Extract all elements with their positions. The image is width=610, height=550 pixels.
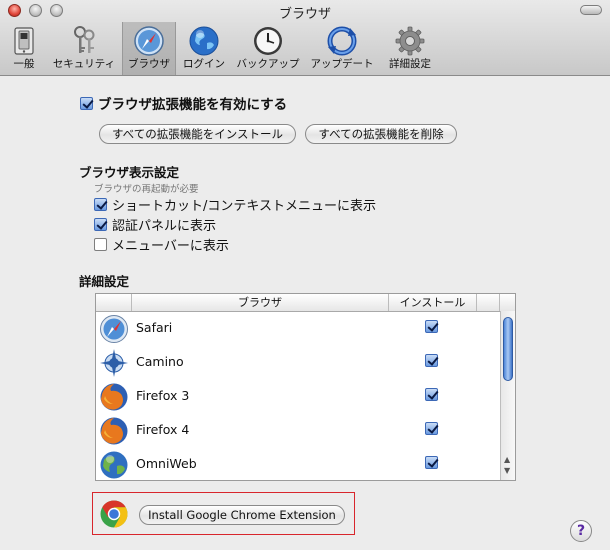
table-scrollbar[interactable]: ▲ ▼ [500, 311, 515, 480]
safari-icon [100, 315, 128, 343]
display-option-menubar[interactable]: メニューバーに表示 [94, 235, 229, 254]
install-chrome-extension-button[interactable]: Install Google Chrome Extension [139, 505, 345, 525]
window-titlebar: ブラウザ 一般 セキュリティ ブラウザ ログイン バックアップ アップデート 詳… [0, 0, 610, 76]
toolbar-label: バックアップ [236, 58, 300, 70]
toolbar-label: ブラウザ [128, 58, 170, 70]
browser-name: Safari [136, 320, 173, 335]
firefox-icon [100, 417, 128, 445]
table-row[interactable]: Firefox 4 [96, 414, 500, 448]
display-option-auth-panel[interactable]: 認証パネルに表示 [94, 215, 217, 234]
toolbar-label: ログイン [183, 58, 225, 70]
restart-required-note: ブラウザの再起動が必要 [94, 184, 199, 195]
install-checkbox[interactable] [425, 320, 438, 333]
safari-compass-icon [134, 26, 164, 56]
keys-icon [74, 26, 95, 53]
camino-icon [100, 349, 128, 377]
display-option-checkbox[interactable] [94, 217, 107, 231]
toolbar-label: アップデート [310, 58, 374, 70]
install-checkbox[interactable] [425, 456, 438, 469]
display-option-checkbox[interactable] [94, 197, 107, 211]
toolbar-item-backup[interactable]: バックアップ [232, 22, 304, 75]
column-header-browser[interactable]: ブラウザ [132, 294, 389, 311]
scroll-up-arrow-icon[interactable]: ▲ [504, 456, 510, 464]
display-settings-heading: ブラウザ表示設定 [79, 165, 180, 180]
table-header: ブラウザ インストール [96, 294, 515, 312]
display-option-shortcut[interactable]: ショートカット/コンテキストメニューに表示 [94, 195, 376, 214]
toolbar-item-general[interactable]: 一般 [4, 22, 44, 75]
toolbar-item-security[interactable]: セキュリティ [48, 22, 120, 75]
firefox-icon [100, 383, 128, 411]
table-row[interactable]: Safari [96, 312, 500, 346]
toolbar-label: 詳細設定 [389, 58, 431, 70]
update-arrows-icon [327, 26, 357, 56]
toolbar-item-browser[interactable]: ブラウザ [122, 22, 176, 75]
column-header-icon [96, 294, 132, 311]
browser-name: OmniWeb [136, 456, 197, 471]
enable-extensions-checkbox[interactable] [80, 96, 93, 110]
scroll-down-arrow-icon[interactable]: ▼ [504, 467, 510, 475]
browser-name: Firefox 4 [136, 422, 190, 437]
clock-icon [254, 27, 282, 55]
toolbar-item-update[interactable]: アップデート [306, 22, 378, 75]
chrome-icon [100, 500, 128, 528]
enable-extensions-row[interactable]: ブラウザ拡張機能を有効にする [80, 94, 288, 113]
browser-name: Firefox 3 [136, 388, 190, 403]
browser-table: ブラウザ インストール Safari Camino Firefox 3 Fire… [95, 293, 516, 481]
display-option-label: 認証パネルに表示 [112, 218, 217, 234]
remove-all-extensions-button[interactable]: すべての拡張機能を削除 [305, 124, 457, 144]
table-row[interactable]: Firefox 3 [96, 380, 500, 414]
scrollbar-thumb[interactable] [503, 317, 513, 381]
window-title: ブラウザ [278, 7, 331, 22]
display-option-checkbox[interactable] [94, 237, 107, 251]
toolbar-item-advanced[interactable]: 詳細設定 [382, 22, 438, 75]
column-header-install[interactable]: インストール [389, 294, 477, 311]
install-checkbox[interactable] [425, 422, 438, 435]
toolbar-item-login[interactable]: ログイン [178, 22, 230, 75]
install-checkbox[interactable] [425, 388, 438, 401]
column-header-spacer [477, 294, 500, 311]
toolbar-label: 一般 [13, 58, 35, 70]
switch-icon [14, 27, 34, 55]
enable-extensions-label: ブラウザ拡張機能を有効にする [98, 97, 288, 113]
display-option-label: メニューバーに表示 [112, 238, 229, 254]
display-option-label: ショートカット/コンテキストメニューに表示 [112, 198, 376, 214]
toolbar-label: セキュリティ [52, 58, 116, 70]
toolbar-toggle-button[interactable] [580, 5, 602, 15]
table-row[interactable]: OmniWeb [96, 448, 500, 480]
advanced-settings-heading: 詳細設定 [79, 274, 130, 289]
install-checkbox[interactable] [425, 354, 438, 367]
table-row[interactable]: Camino [96, 346, 500, 380]
install-all-extensions-button[interactable]: すべての拡張機能をインストール [99, 124, 296, 144]
help-button[interactable]: ? [570, 520, 592, 542]
preferences-toolbar: 一般 セキュリティ ブラウザ ログイン バックアップ アップデート 詳細設定 [0, 22, 440, 75]
globe-icon [189, 26, 219, 56]
omniweb-icon [100, 451, 128, 479]
browser-name: Camino [136, 354, 184, 369]
gear-icon [395, 26, 425, 56]
